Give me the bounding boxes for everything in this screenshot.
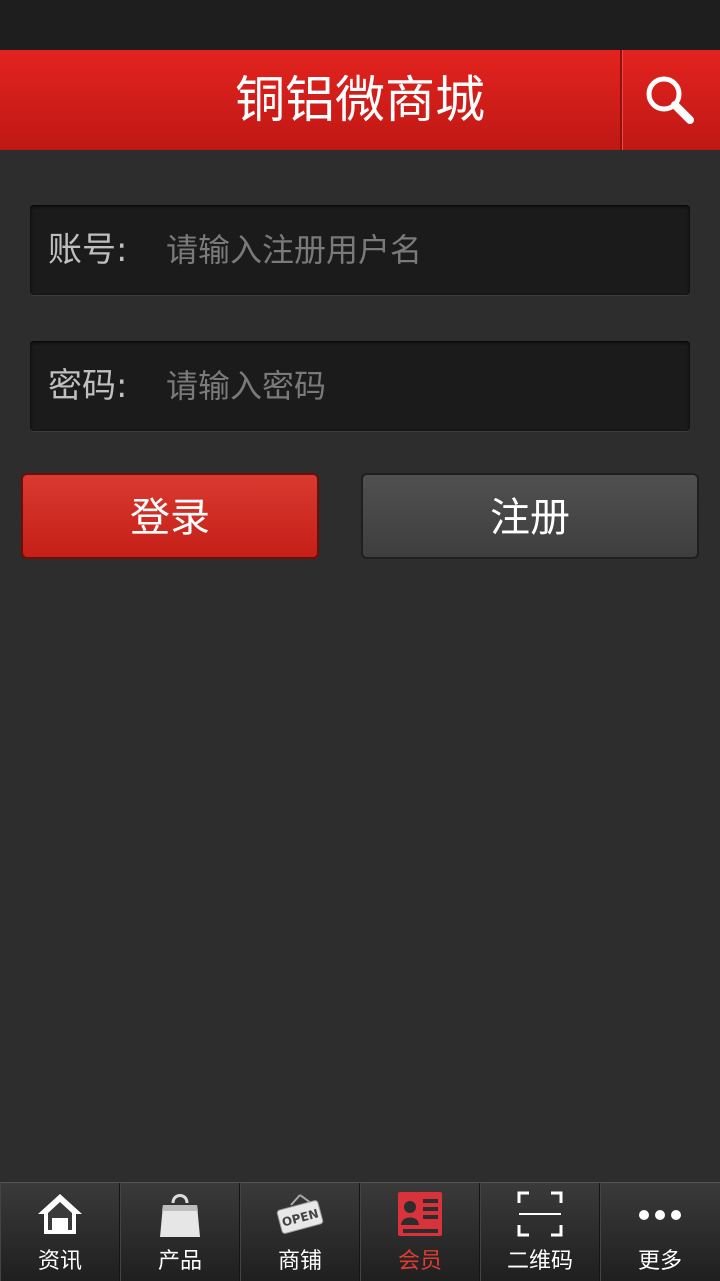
tab-label: 商铺 xyxy=(277,1249,322,1274)
status-bar xyxy=(0,0,720,50)
register-button[interactable]: 注册 xyxy=(361,473,699,559)
tab-news[interactable]: 资讯 xyxy=(0,1183,120,1281)
account-input[interactable] xyxy=(166,205,676,295)
page-title: 铜铝微商城 xyxy=(235,71,485,129)
search-icon xyxy=(646,76,694,124)
password-label: 密码: xyxy=(48,366,128,406)
member-card-icon xyxy=(398,1192,442,1236)
account-field[interactable]: 账号: xyxy=(30,205,690,295)
tab-label: 资讯 xyxy=(37,1249,82,1274)
qr-scan-icon xyxy=(517,1191,563,1237)
tab-qrcode[interactable]: 二维码 xyxy=(480,1183,600,1281)
password-input[interactable] xyxy=(166,341,676,431)
login-button[interactable]: 登录 xyxy=(21,473,319,559)
tab-products[interactable]: 产品 xyxy=(120,1183,240,1281)
shopping-bag-icon xyxy=(160,1194,200,1237)
account-label: 账号: xyxy=(48,230,128,270)
tab-label: 产品 xyxy=(157,1249,202,1274)
tab-shops[interactable]: OPEN 商铺 xyxy=(240,1183,360,1281)
bottom-tab-bar: 资讯 产品 OPEN 商铺 会员 二维码 更多 xyxy=(0,1182,720,1281)
tab-label: 更多 xyxy=(637,1249,682,1274)
open-sign-icon: OPEN xyxy=(276,1194,324,1234)
tab-member[interactable]: 会员 xyxy=(360,1183,480,1281)
password-field[interactable]: 密码: xyxy=(30,341,690,431)
search-button[interactable] xyxy=(620,50,720,150)
app-header: 铜铝微商城 xyxy=(0,50,720,150)
tab-label: 会员 xyxy=(397,1249,442,1274)
more-dots-icon xyxy=(639,1210,681,1220)
tab-more[interactable]: 更多 xyxy=(600,1183,720,1281)
home-icon xyxy=(38,1194,82,1234)
tab-label: 二维码 xyxy=(506,1249,573,1274)
